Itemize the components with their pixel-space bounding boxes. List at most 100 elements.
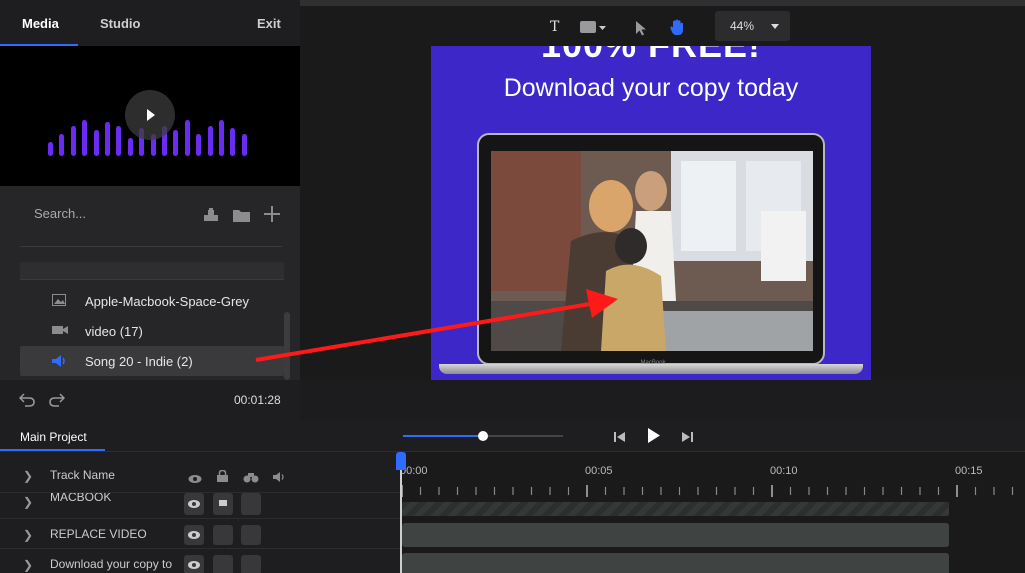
media-list-scrollbar[interactable] bbox=[284, 312, 290, 380]
waveform-bar bbox=[184, 120, 190, 156]
track-visibility-toggle[interactable] bbox=[184, 493, 204, 515]
track-solo-toggle[interactable] bbox=[241, 493, 261, 515]
track-visibility-toggle[interactable] bbox=[184, 525, 204, 545]
design-headline[interactable]: 100% FREE! bbox=[431, 46, 871, 66]
text-tool-icon[interactable]: T bbox=[550, 19, 559, 35]
add-icon[interactable] bbox=[264, 206, 280, 227]
skip-forward-icon[interactable] bbox=[680, 430, 694, 448]
track-visibility-toggle[interactable] bbox=[184, 555, 204, 573]
list-item-selected[interactable]: Song 20 - Indie (2) bbox=[20, 346, 284, 376]
eye-icon[interactable] bbox=[188, 471, 202, 489]
upload-icon[interactable] bbox=[203, 208, 219, 227]
waveform-bar bbox=[173, 130, 179, 156]
play-icon[interactable] bbox=[647, 427, 661, 449]
waveform-bar bbox=[219, 120, 224, 156]
design-canvas[interactable]: 100% FREE! Download your copy today bbox=[431, 46, 871, 380]
track-row[interactable]: ❯ REPLACE VIDEO bbox=[0, 518, 400, 548]
tab-studio[interactable]: Studio bbox=[100, 16, 140, 31]
playback-time: 00:01:28 bbox=[234, 393, 281, 407]
waveform-bar bbox=[70, 126, 76, 156]
active-tab-underline bbox=[0, 449, 105, 451]
video-placeholder[interactable] bbox=[491, 151, 813, 351]
list-item[interactable]: Apple-Macbook-Space-Grey bbox=[20, 286, 284, 316]
waveform-bar bbox=[196, 134, 202, 156]
folder-icon[interactable] bbox=[233, 208, 250, 227]
waveform-bar bbox=[48, 142, 53, 156]
zoom-dropdown[interactable]: 44% bbox=[715, 11, 790, 41]
media-list: Apple-Macbook-Space-Grey video (17) Song… bbox=[20, 262, 284, 380]
track-clip-download-text[interactable] bbox=[402, 553, 949, 573]
laptop-mockup[interactable]: MacBook bbox=[477, 133, 825, 366]
track-lock-toggle[interactable] bbox=[213, 555, 233, 573]
time-tick-label: 00:15 bbox=[955, 465, 983, 477]
tab-media[interactable]: Media bbox=[22, 16, 59, 31]
hand-tool-icon[interactable] bbox=[670, 19, 684, 41]
list-item-partial[interactable] bbox=[20, 262, 284, 280]
waveform-bar bbox=[207, 126, 213, 156]
list-item-label: Apple-Macbook-Space-Grey bbox=[85, 294, 250, 309]
divider bbox=[20, 246, 282, 247]
chevron-right-icon[interactable]: ❯ bbox=[23, 469, 33, 483]
waveform-bar bbox=[82, 120, 88, 156]
undo-icon[interactable] bbox=[18, 393, 35, 412]
track-name: Download your copy to bbox=[50, 557, 172, 571]
select-cursor-icon[interactable] bbox=[635, 20, 647, 41]
track-solo-toggle[interactable] bbox=[241, 555, 261, 573]
lock-icon[interactable] bbox=[217, 469, 228, 487]
list-item[interactable]: video (17) bbox=[20, 316, 284, 346]
waveform-bar bbox=[230, 128, 236, 156]
shape-tool-icon[interactable] bbox=[580, 20, 608, 39]
volume-icon[interactable] bbox=[273, 470, 287, 488]
time-ruler bbox=[401, 485, 1014, 497]
track-header-row: ❯ Track Name bbox=[0, 460, 400, 490]
waveform-bar bbox=[93, 130, 99, 156]
zoom-value: 44% bbox=[730, 19, 755, 33]
image-icon bbox=[52, 294, 66, 309]
playhead[interactable] bbox=[396, 452, 406, 573]
exit-button[interactable]: Exit bbox=[257, 16, 281, 31]
play-icon bbox=[147, 109, 155, 121]
track-name-header: Track Name bbox=[50, 468, 115, 482]
seek-handle[interactable] bbox=[478, 431, 488, 441]
audio-preview bbox=[0, 46, 300, 186]
list-item-label: Song 20 - Indie (2) bbox=[85, 354, 193, 369]
bottom-bar bbox=[300, 380, 1025, 420]
speaker-icon bbox=[52, 354, 66, 371]
waveform-bar bbox=[127, 138, 133, 156]
seek-progress bbox=[403, 435, 483, 437]
track-clip-macbook[interactable] bbox=[402, 502, 949, 516]
search-input[interactable] bbox=[34, 206, 184, 221]
time-tick-label: 00:05 bbox=[585, 465, 613, 477]
tracks-panel: ❯ Track Name ❯ MACBOOK ❯ REPLACE VIDEO ❯… bbox=[0, 452, 400, 573]
waveform-bar bbox=[116, 126, 122, 156]
redo-icon[interactable] bbox=[49, 393, 66, 412]
skip-back-icon[interactable] bbox=[613, 430, 627, 448]
chevron-down-icon bbox=[771, 24, 779, 29]
editor-app: Media Studio Exit Apple-Macbook-Space-Gr… bbox=[0, 0, 1025, 573]
history-bar: 00:01:28 bbox=[0, 380, 300, 420]
track-name: REPLACE VIDEO bbox=[50, 527, 147, 541]
chevron-right-icon[interactable]: ❯ bbox=[23, 495, 33, 509]
project-bar: Main Project bbox=[0, 420, 1025, 452]
timeline[interactable]: 00:00 00:05 00:10 00:15 bbox=[396, 452, 1025, 573]
design-subheading[interactable]: Download your copy today bbox=[431, 74, 871, 103]
track-lock-toggle[interactable] bbox=[213, 525, 233, 545]
tab-main-project[interactable]: Main Project bbox=[20, 430, 87, 444]
playhead-handle[interactable] bbox=[396, 452, 406, 470]
track-clip-replace-video[interactable] bbox=[402, 523, 949, 547]
track-row[interactable]: ❯ Download your copy to bbox=[0, 548, 400, 573]
track-solo-toggle[interactable] bbox=[241, 525, 261, 545]
laptop-base bbox=[439, 364, 863, 374]
binoculars-icon[interactable] bbox=[243, 470, 259, 488]
chevron-right-icon[interactable]: ❯ bbox=[23, 558, 33, 572]
track-lock-toggle[interactable] bbox=[213, 493, 233, 515]
track-row[interactable]: ❯ MACBOOK bbox=[0, 492, 400, 518]
chevron-right-icon[interactable]: ❯ bbox=[23, 528, 33, 542]
list-item-label: video (17) bbox=[85, 324, 143, 339]
video-icon bbox=[52, 324, 68, 339]
waveform-bar bbox=[105, 122, 110, 156]
waveform-bar bbox=[241, 134, 247, 156]
panel-tabs: Media Studio Exit bbox=[0, 0, 300, 46]
track-name: MACBOOK bbox=[50, 492, 112, 504]
media-search bbox=[20, 200, 284, 230]
